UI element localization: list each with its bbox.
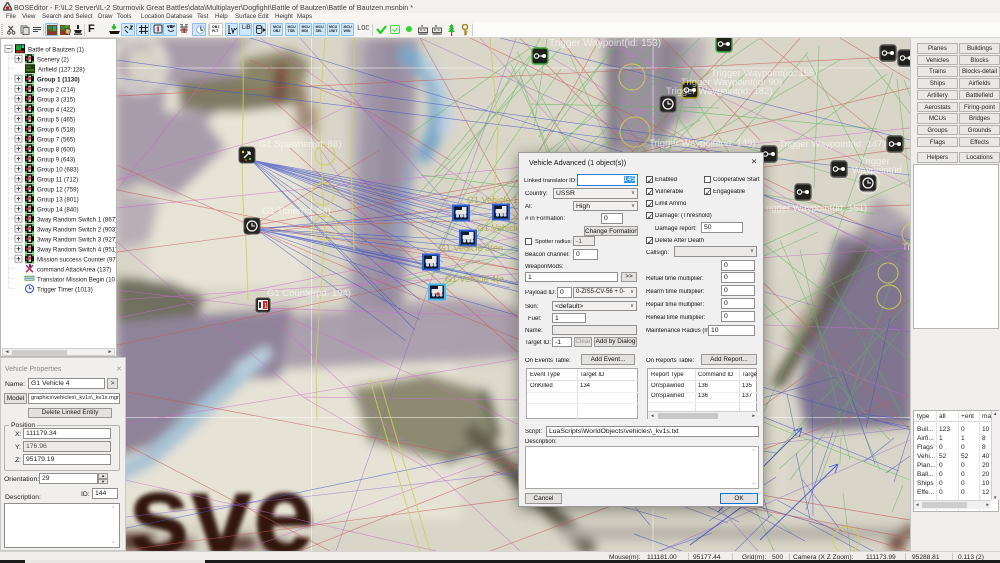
svg-text:G1 Timer(id: 88): G1 Timer(id: 88) [262, 206, 331, 217]
svg-text:Trigger Waypoint(id: 147): Trigger Waypoint(id: 147) [779, 139, 885, 150]
svg-text:Group 5 (465): Group 5 (465) [37, 116, 75, 123]
svg-text:3way Random Switch 2 (903): 3way Random Switch 2 (903) [37, 226, 116, 233]
svg-text:Group 3 (315): Group 3 (315) [37, 96, 75, 103]
svg-text:Group 8 (600): Group 8 (600) [37, 146, 75, 153]
svg-text:3way Random Switch 1 (867): 3way Random Switch 1 (867) [37, 216, 116, 223]
svg-text:Trigger Timer (1013): Trigger Timer (1013) [37, 286, 93, 293]
svg-text:Group 11 (712): Group 11 (712) [37, 176, 78, 183]
svg-text:sve: sve [128, 452, 315, 551]
svg-text:Group 1 (1130): Group 1 (1130) [37, 76, 80, 83]
svg-text:Group 9 (643): Group 9 (643) [37, 156, 75, 163]
svg-text:Group 12 (759): Group 12 (759) [37, 186, 79, 193]
svg-text:Trigger Waypoint(id: 153): Trigger Waypoint(id: 153) [549, 38, 661, 49]
svg-text:Trigger Waypoint(id: 182): Trigger Waypoint(id: 182) [666, 86, 772, 97]
svg-text:Group 7 (565): Group 7 (565) [37, 136, 75, 143]
svg-text:rigger Waypoint(id: 151): rigger Waypoint(id: 151) [766, 203, 867, 214]
svg-text:3way Random Switch 3 (927): 3way Random Switch 3 (927) [37, 236, 116, 243]
svg-text:Group 14 (840): Group 14 (840) [37, 206, 79, 213]
svg-text:Group 6 (518): Group 6 (518) [37, 126, 75, 133]
svg-text:Battle of Bautzen (1): Battle of Bautzen (1) [28, 46, 84, 53]
svg-text:Translator Mission Begin (10: Translator Mission Begin (10 [37, 276, 116, 283]
svg-text:G1 Vehicle 4(e: G1 Vehicle 4(e [445, 274, 504, 284]
svg-text:Group 4 (422): Group 4 (422) [37, 106, 75, 113]
svg-text:Group 2 (214): Group 2 (214) [37, 86, 75, 93]
svg-text:G1 Vehicle 3(en: G1 Vehicle 3(en [439, 243, 503, 253]
svg-text:command AttackArea (137): command AttackArea (137) [37, 266, 111, 273]
svg-text:Scenery (2): Scenery (2) [37, 56, 69, 63]
svg-text:G1 Spawner(id: 86): G1 Spawner(id: 86) [259, 139, 341, 150]
svg-text:Mission success Counter (97: Mission success Counter (97 [37, 256, 116, 263]
svg-text:Group 10 (683): Group 10 (683) [37, 166, 79, 173]
svg-text:Group 13 (801): Group 13 (801) [37, 196, 79, 203]
svg-text:Trigger Waypoint(id: 149): Trigger Waypoint(id: 149) [649, 138, 755, 149]
svg-text:Waypoint(id: Waypoint(id [852, 165, 902, 176]
svg-text:3way Random Switch 4 (951): 3way Random Switch 4 (951) [37, 246, 116, 253]
svg-text:G1 Counter(id: 194): G1 Counter(id: 194) [267, 288, 351, 299]
svg-text:Airfield (127:128): Airfield (127:128) [38, 66, 85, 73]
